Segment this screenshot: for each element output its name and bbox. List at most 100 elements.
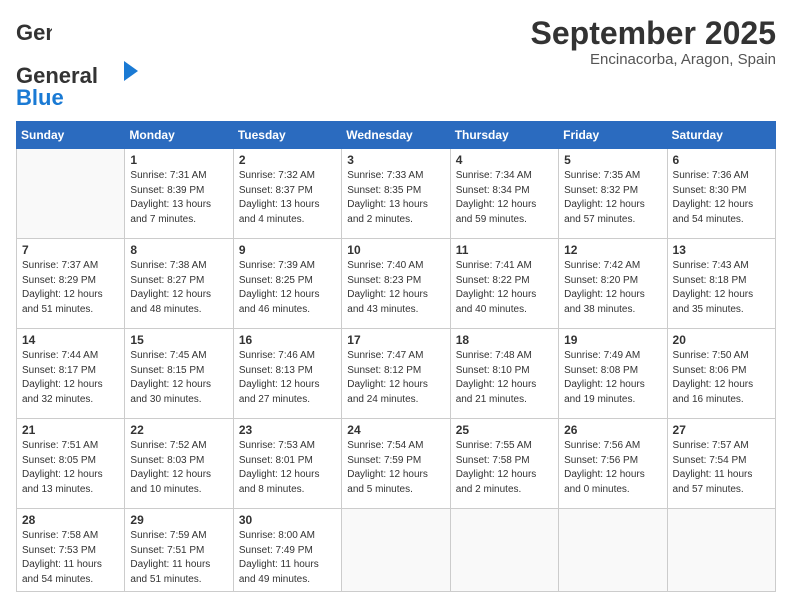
calendar-cell: 24 Sunrise: 7:54 AMSunset: 7:59 PMDayligh… bbox=[342, 419, 450, 509]
calendar-cell: 22 Sunrise: 7:52 AMSunset: 8:03 PMDayligh… bbox=[125, 419, 233, 509]
day-number: 9 bbox=[239, 243, 336, 257]
day-number: 10 bbox=[347, 243, 444, 257]
calendar-cell bbox=[559, 509, 667, 592]
day-info: Sunrise: 7:37 AMSunset: 8:29 PMDaylight:… bbox=[22, 259, 119, 317]
day-info: Sunrise: 7:43 AMSunset: 8:18 PMDaylight:… bbox=[673, 259, 770, 317]
calendar-cell: 6 Sunrise: 7:36 AMSunset: 8:30 PMDaylight… bbox=[667, 149, 775, 239]
day-info: Sunrise: 7:52 AMSunset: 8:03 PMDaylight:… bbox=[130, 439, 227, 497]
day-number: 3 bbox=[347, 153, 444, 167]
day-number: 11 bbox=[456, 243, 553, 257]
day-number: 19 bbox=[564, 333, 661, 347]
calendar-cell: 7 Sunrise: 7:37 AMSunset: 8:29 PMDaylight… bbox=[17, 239, 125, 329]
calendar-cell: 20 Sunrise: 7:50 AMSunset: 8:06 PMDayligh… bbox=[667, 329, 775, 419]
day-info: Sunrise: 7:39 AMSunset: 8:25 PMDaylight:… bbox=[239, 259, 336, 317]
day-number: 24 bbox=[347, 423, 444, 437]
page-header: General General Blue September 2025 Enci… bbox=[16, 16, 776, 109]
day-info: Sunrise: 7:38 AMSunset: 8:27 PMDaylight:… bbox=[130, 259, 227, 317]
day-info: Sunrise: 7:42 AMSunset: 8:20 PMDaylight:… bbox=[564, 259, 661, 317]
day-info: Sunrise: 7:34 AMSunset: 8:34 PMDaylight:… bbox=[456, 169, 553, 227]
day-number: 25 bbox=[456, 423, 553, 437]
location: Encinacorba, Aragon, Spain bbox=[531, 51, 776, 68]
day-info: Sunrise: 7:41 AMSunset: 8:22 PMDaylight:… bbox=[456, 259, 553, 317]
calendar-table: SundayMondayTuesdayWednesdayThursdayFrid… bbox=[16, 121, 776, 592]
weekday-wednesday: Wednesday bbox=[342, 122, 450, 149]
weekday-monday: Monday bbox=[125, 122, 233, 149]
week-row-3: 21 Sunrise: 7:51 AMSunset: 8:05 PMDayligh… bbox=[17, 419, 776, 509]
calendar-cell: 25 Sunrise: 7:55 AMSunset: 7:58 PMDayligh… bbox=[450, 419, 558, 509]
day-number: 13 bbox=[673, 243, 770, 257]
day-info: Sunrise: 7:47 AMSunset: 8:12 PMDaylight:… bbox=[347, 349, 444, 407]
weekday-header-row: SundayMondayTuesdayWednesdayThursdayFrid… bbox=[17, 122, 776, 149]
calendar-cell: 13 Sunrise: 7:43 AMSunset: 8:18 PMDayligh… bbox=[667, 239, 775, 329]
week-row-0: 1Sunrise: 7:31 AMSunset: 8:39 PMDaylight… bbox=[17, 149, 776, 239]
day-info: Sunrise: 7:44 AMSunset: 8:17 PMDaylight:… bbox=[22, 349, 119, 407]
title-area: September 2025 Encinacorba, Aragon, Spai… bbox=[531, 16, 776, 68]
day-info: Sunrise: 7:32 AMSunset: 8:37 PMDaylight:… bbox=[239, 169, 336, 227]
day-number: 29 bbox=[130, 513, 227, 527]
day-info: Sunrise: 7:54 AMSunset: 7:59 PMDaylight:… bbox=[347, 439, 444, 497]
day-info: Sunrise: 7:53 AMSunset: 8:01 PMDaylight:… bbox=[239, 439, 336, 497]
calendar-cell bbox=[342, 509, 450, 592]
calendar-cell: 30 Sunrise: 8:00 AMSunset: 7:49 PMDayligh… bbox=[233, 509, 341, 592]
weekday-saturday: Saturday bbox=[667, 122, 775, 149]
logo-svg: General Blue bbox=[16, 57, 146, 109]
day-info: Sunrise: 8:00 AMSunset: 7:49 PMDaylight:… bbox=[239, 529, 336, 587]
calendar-cell: 4 Sunrise: 7:34 AMSunset: 8:34 PMDaylight… bbox=[450, 149, 558, 239]
calendar-cell: 18Sunrise: 7:48 AMSunset: 8:10 PMDayligh… bbox=[450, 329, 558, 419]
week-row-4: 28Sunrise: 7:58 AMSunset: 7:53 PMDayligh… bbox=[17, 509, 776, 592]
calendar-cell: 16Sunrise: 7:46 AMSunset: 8:13 PMDayligh… bbox=[233, 329, 341, 419]
day-number: 23 bbox=[239, 423, 336, 437]
day-number: 4 bbox=[456, 153, 553, 167]
calendar-cell: 27Sunrise: 7:57 AMSunset: 7:54 PMDayligh… bbox=[667, 419, 775, 509]
day-info: Sunrise: 7:33 AMSunset: 8:35 PMDaylight:… bbox=[347, 169, 444, 227]
week-row-1: 7 Sunrise: 7:37 AMSunset: 8:29 PMDaylight… bbox=[17, 239, 776, 329]
calendar-cell: 23 Sunrise: 7:53 AMSunset: 8:01 PMDayligh… bbox=[233, 419, 341, 509]
calendar-cell: 8 Sunrise: 7:38 AMSunset: 8:27 PMDaylight… bbox=[125, 239, 233, 329]
weekday-friday: Friday bbox=[559, 122, 667, 149]
day-info: Sunrise: 7:31 AMSunset: 8:39 PMDaylight:… bbox=[130, 169, 227, 227]
weekday-sunday: Sunday bbox=[17, 122, 125, 149]
day-number: 14 bbox=[22, 333, 119, 347]
calendar-cell: 5 Sunrise: 7:35 AMSunset: 8:32 PMDaylight… bbox=[559, 149, 667, 239]
day-number: 2 bbox=[239, 153, 336, 167]
calendar-cell: 26 Sunrise: 7:56 AMSunset: 7:56 PMDayligh… bbox=[559, 419, 667, 509]
day-number: 27 bbox=[673, 423, 770, 437]
weekday-tuesday: Tuesday bbox=[233, 122, 341, 149]
day-number: 28 bbox=[22, 513, 119, 527]
day-number: 15 bbox=[130, 333, 227, 347]
day-number: 26 bbox=[564, 423, 661, 437]
day-info: Sunrise: 7:40 AMSunset: 8:23 PMDaylight:… bbox=[347, 259, 444, 317]
calendar-cell: 19 Sunrise: 7:49 AMSunset: 8:08 PMDayligh… bbox=[559, 329, 667, 419]
calendar-cell: 17 Sunrise: 7:47 AMSunset: 8:12 PMDayligh… bbox=[342, 329, 450, 419]
calendar-cell: 21 Sunrise: 7:51 AMSunset: 8:05 PMDayligh… bbox=[17, 419, 125, 509]
month-title: September 2025 bbox=[531, 16, 776, 51]
logo: General General Blue bbox=[16, 16, 146, 109]
day-number: 20 bbox=[673, 333, 770, 347]
day-number: 12 bbox=[564, 243, 661, 257]
day-info: Sunrise: 7:49 AMSunset: 8:08 PMDaylight:… bbox=[564, 349, 661, 407]
calendar-cell bbox=[450, 509, 558, 592]
day-info: Sunrise: 7:59 AMSunset: 7:51 PMDaylight:… bbox=[130, 529, 227, 587]
day-number: 22 bbox=[130, 423, 227, 437]
calendar-cell: 12 Sunrise: 7:42 AMSunset: 8:20 PMDayligh… bbox=[559, 239, 667, 329]
day-info: Sunrise: 7:55 AMSunset: 7:58 PMDaylight:… bbox=[456, 439, 553, 497]
calendar-cell bbox=[667, 509, 775, 592]
weekday-thursday: Thursday bbox=[450, 122, 558, 149]
day-number: 7 bbox=[22, 243, 119, 257]
day-info: Sunrise: 7:36 AMSunset: 8:30 PMDaylight:… bbox=[673, 169, 770, 227]
day-number: 21 bbox=[22, 423, 119, 437]
day-info: Sunrise: 7:50 AMSunset: 8:06 PMDaylight:… bbox=[673, 349, 770, 407]
day-number: 5 bbox=[564, 153, 661, 167]
svg-text:Blue: Blue bbox=[16, 85, 64, 109]
calendar-cell: 15Sunrise: 7:45 AMSunset: 8:15 PMDayligh… bbox=[125, 329, 233, 419]
calendar-cell: 11 Sunrise: 7:41 AMSunset: 8:22 PMDayligh… bbox=[450, 239, 558, 329]
day-number: 30 bbox=[239, 513, 336, 527]
day-number: 8 bbox=[130, 243, 227, 257]
day-info: Sunrise: 7:35 AMSunset: 8:32 PMDaylight:… bbox=[564, 169, 661, 227]
day-info: Sunrise: 7:51 AMSunset: 8:05 PMDaylight:… bbox=[22, 439, 119, 497]
calendar-cell: 14 Sunrise: 7:44 AMSunset: 8:17 PMDayligh… bbox=[17, 329, 125, 419]
calendar-cell: 2 Sunrise: 7:32 AMSunset: 8:37 PMDaylight… bbox=[233, 149, 341, 239]
day-info: Sunrise: 7:56 AMSunset: 7:56 PMDaylight:… bbox=[564, 439, 661, 497]
day-number: 17 bbox=[347, 333, 444, 347]
day-number: 6 bbox=[673, 153, 770, 167]
